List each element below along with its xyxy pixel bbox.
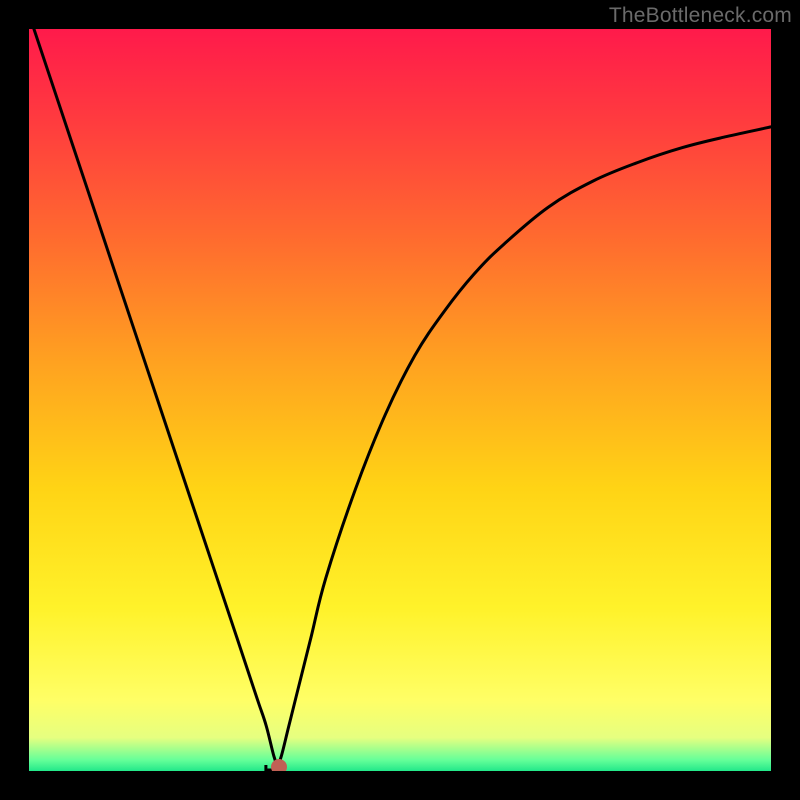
plot-frame — [29, 29, 771, 771]
plot-gradient-background — [29, 29, 771, 771]
bezel — [0, 0, 29, 800]
bezel — [771, 0, 800, 800]
chart-stage: TheBottleneck.com — [0, 0, 800, 800]
bezel — [0, 771, 800, 800]
watermark-text: TheBottleneck.com — [609, 4, 792, 28]
